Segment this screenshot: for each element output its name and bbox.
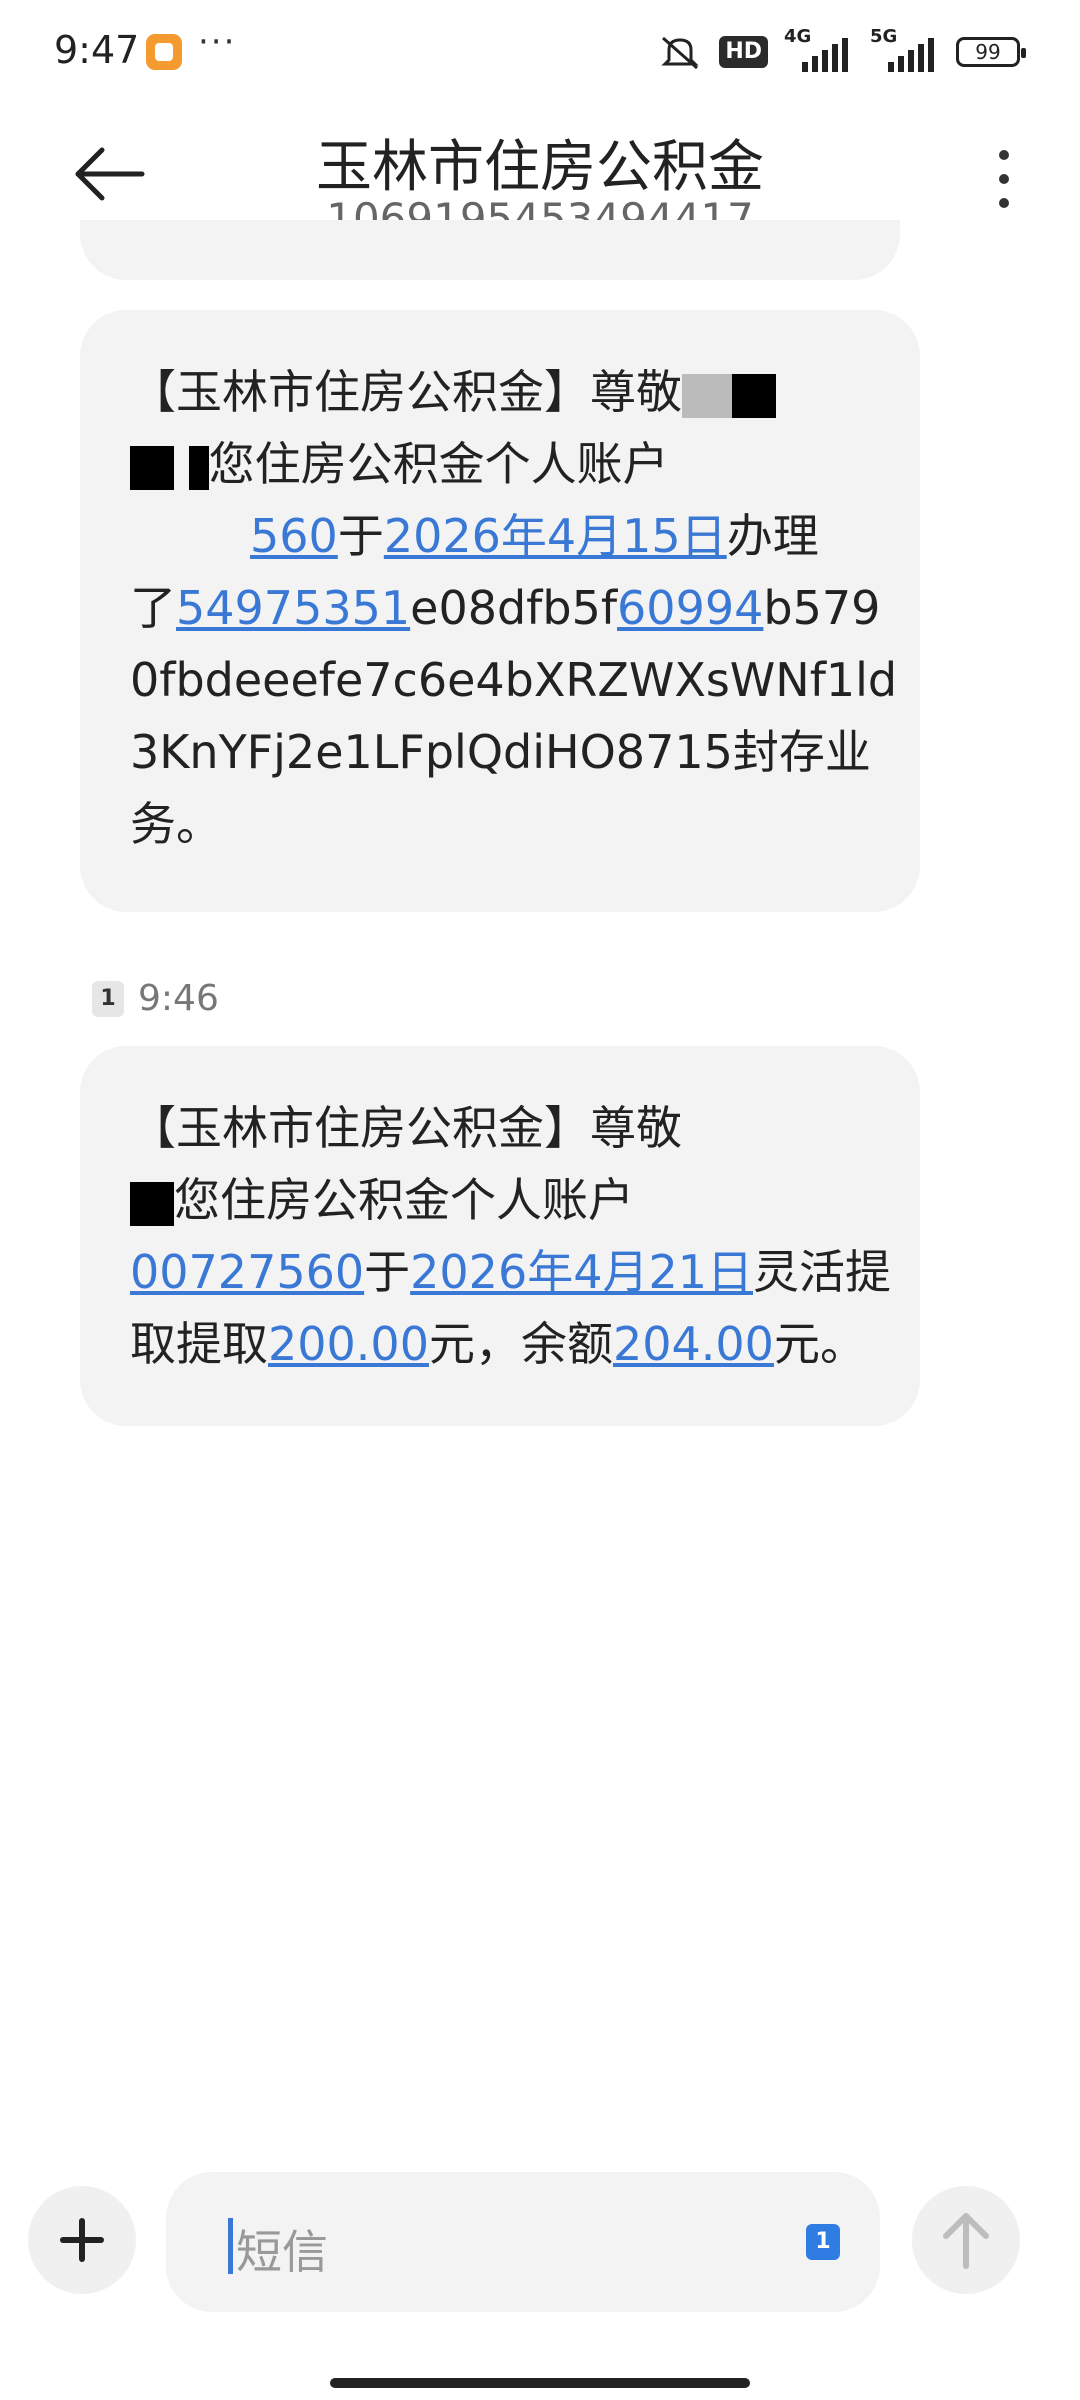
status-icons: HD 4G 5G 99 <box>657 26 1026 74</box>
message-line: 【玉林市住房公积金】尊敬 <box>130 1101 682 1155</box>
sim-1-icon[interactable]: 1 <box>806 2224 840 2260</box>
home-indicator[interactable] <box>330 2378 750 2388</box>
text-caret <box>228 2218 233 2274</box>
sim-1-icon: 1 <box>92 980 124 1017</box>
redaction <box>130 445 174 490</box>
timestamp-text: 9:46 <box>138 978 219 1019</box>
message-line: 了54975351e08dfb5f60994b579 <box>130 581 881 635</box>
more-notifications-icon: ··· <box>198 22 237 62</box>
redaction <box>188 445 209 490</box>
message-line: 3KnYFj2e1LFplQdiHO8715封存业 <box>130 725 871 779</box>
status-bar: 9:47 ··· HD 4G 5G 99 <box>0 0 1080 100</box>
app-notification-icon <box>146 34 182 70</box>
status-time: 9:47 <box>54 28 140 72</box>
plus-icon[interactable] <box>28 2186 136 2294</box>
send-arrow-icon[interactable] <box>912 2186 1020 2294</box>
message-timestamp: 1 9:46 <box>92 978 219 1019</box>
redaction <box>732 373 776 418</box>
message-line: 您住房公积金个人账户 <box>130 428 870 500</box>
account-link[interactable]: 00727560 <box>130 1245 364 1299</box>
input-placeholder: 短信 <box>236 2225 328 2279</box>
number-link[interactable]: 60994 <box>617 581 763 635</box>
previous-message-bubble <box>80 220 900 280</box>
mute-icon <box>661 36 699 70</box>
message-line: 您住房公积金个人账户 <box>130 1164 870 1236</box>
message-bubble[interactable]: 【玉林市住房公积金】尊敬 您住房公积金个人账户 00727560于2026年4月… <box>80 1046 920 1426</box>
message-bubble[interactable]: 【玉林市住房公积金】尊敬 您住房公积金个人账户 560于2026年4月15日办理… <box>80 310 920 912</box>
date-link[interactable]: 2026年4月21日 <box>410 1245 753 1299</box>
account-link[interactable]: 560 <box>250 509 338 563</box>
message-line: 0fbdeeefe7c6e4bXRZWXsWNf1ld <box>130 653 898 707</box>
hd-icon: HD <box>719 36 768 68</box>
signal-4g-icon: 4G <box>784 26 854 74</box>
number-link[interactable]: 54975351 <box>176 581 410 635</box>
amount-link[interactable]: 200.00 <box>268 1317 429 1371</box>
redaction <box>130 517 250 562</box>
message-line: 【玉林市住房公积金】尊敬 <box>130 356 870 428</box>
message-line: 560于2026年4月15日办理 <box>130 500 870 572</box>
message-line: 取提取200.00元，余额204.00元。 <box>130 1317 866 1371</box>
message-input[interactable]: 短信 1 <box>166 2172 880 2312</box>
message-line: 务。 <box>130 797 222 851</box>
message-line: 00727560于2026年4月21日灵活提 <box>130 1245 892 1299</box>
battery-icon: 99 <box>956 37 1026 67</box>
signal-5g-icon: 5G <box>870 26 940 74</box>
balance-link[interactable]: 204.00 <box>613 1317 774 1371</box>
date-link[interactable]: 2026年4月15日 <box>384 509 727 563</box>
contact-name: 玉林市住房公积金 <box>316 135 764 200</box>
redaction <box>682 373 732 418</box>
redaction <box>130 1181 174 1226</box>
more-vert-icon[interactable] <box>994 150 1014 210</box>
